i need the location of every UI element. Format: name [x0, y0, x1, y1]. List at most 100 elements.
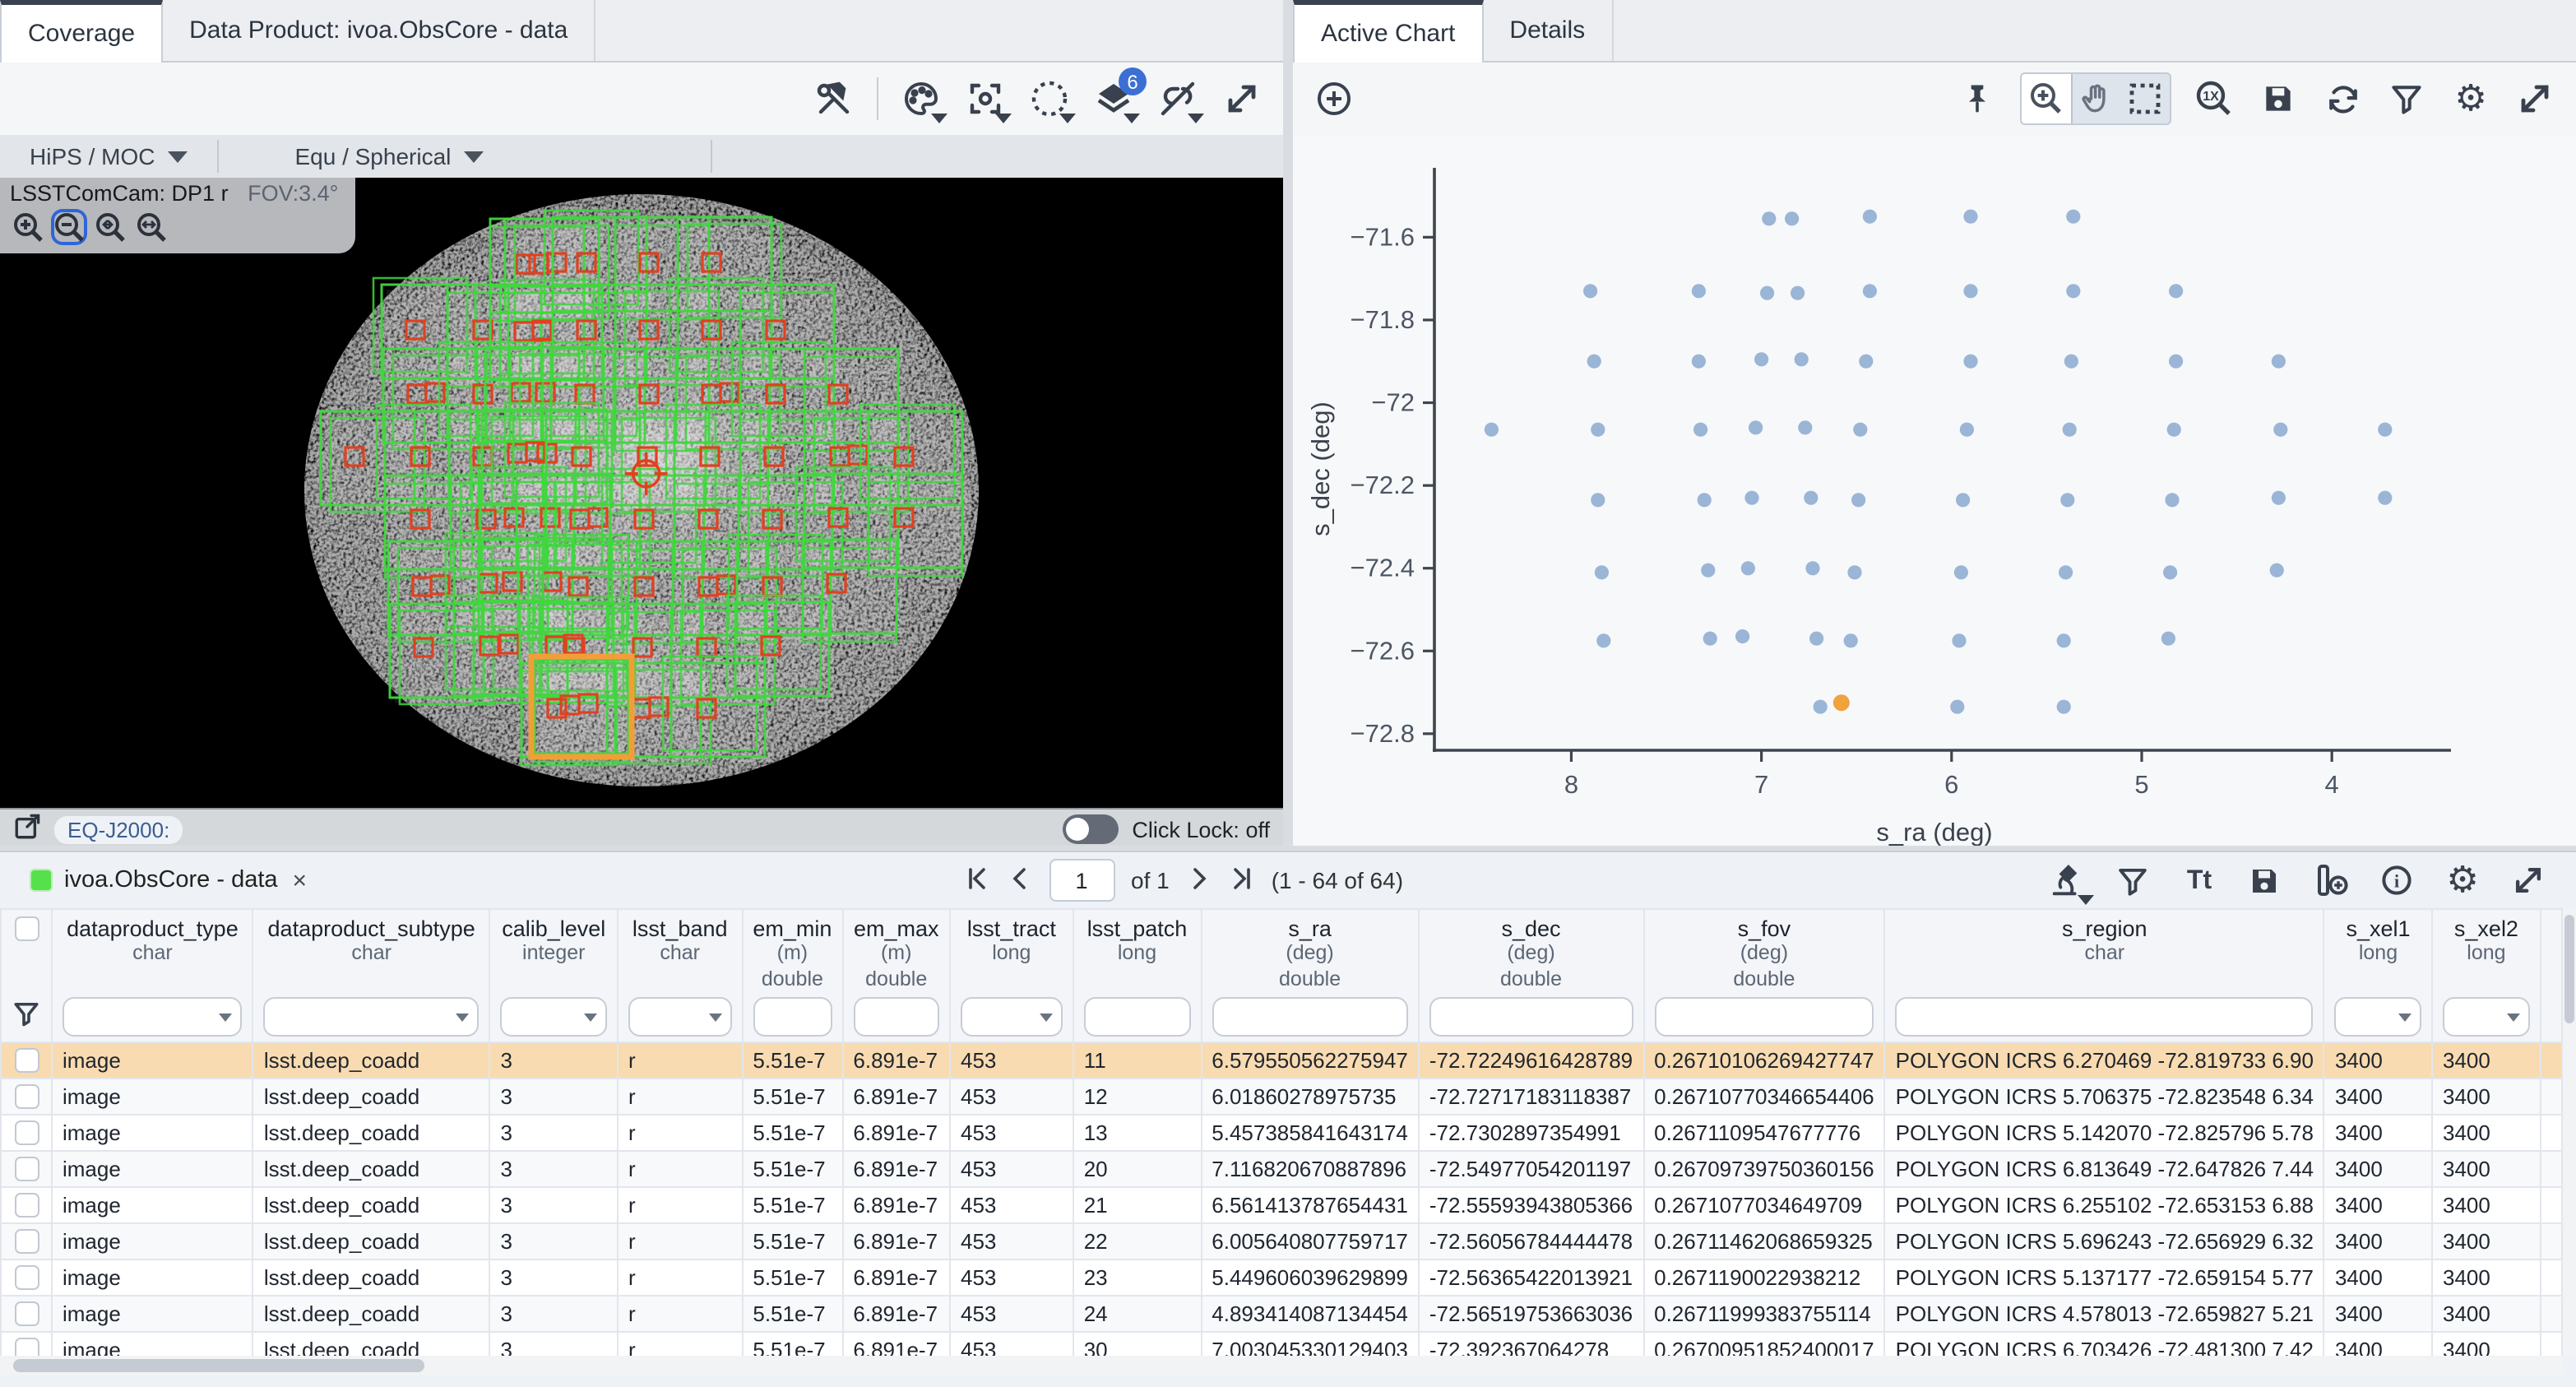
- zoom-in-icon[interactable]: [10, 209, 46, 245]
- row-checkbox[interactable]: [14, 1230, 39, 1255]
- table-row[interactable]: imagelsst.deep_coadd3r5.51e-76.891e-7453…: [1, 1297, 2562, 1333]
- zoom-select-icon[interactable]: [2022, 74, 2071, 123]
- filter-funnel-icon[interactable]: [1, 993, 52, 1043]
- filter-icon[interactable]: [2385, 77, 2428, 120]
- table-tab[interactable]: ivoa.ObsCore - data ×: [16, 863, 320, 898]
- coverage-map[interactable]: LSSTComCam: DP1 r FOV:3.4°: [0, 178, 1283, 808]
- table-row[interactable]: imagelsst.deep_coadd3r5.51e-76.891e-7453…: [1, 1260, 2562, 1297]
- row-checkbox[interactable]: [14, 1266, 39, 1291]
- coverage-map-canvas[interactable]: [0, 178, 1283, 808]
- horizontal-scrollbar[interactable]: [0, 1356, 2563, 1375]
- column-header-calib_level[interactable]: calib_levelinteger: [490, 909, 619, 993]
- filter-select-dataproduct_type[interactable]: [63, 998, 243, 1037]
- filter-select-s_xel2[interactable]: [2443, 998, 2530, 1037]
- prev-page-icon[interactable]: [1006, 865, 1032, 896]
- zoom-fit-icon[interactable]: [92, 209, 128, 245]
- search-tools-icon[interactable]: [2046, 859, 2089, 902]
- add-chart-icon[interactable]: [1313, 77, 1355, 120]
- column-header-em_min[interactable]: em_min(m)double: [742, 909, 842, 993]
- filter-input-s_dec[interactable]: [1429, 998, 1633, 1037]
- column-header-lsst_tract[interactable]: lsst_tractlong: [950, 909, 1073, 993]
- filter-input-em_max[interactable]: [853, 998, 939, 1037]
- hips-moc-dropdown[interactable]: HiPS / MOC: [0, 143, 217, 169]
- chart-area[interactable]: −71.6−71.8−72−72.2−72.4−72.6−72.887654s_…: [1293, 135, 2576, 846]
- pan-icon[interactable]: [2071, 74, 2120, 123]
- expand-icon[interactable]: [2507, 859, 2550, 902]
- row-checkbox[interactable]: [14, 1194, 39, 1218]
- row-checkbox[interactable]: [14, 1338, 39, 1357]
- unlink-rows-icon[interactable]: [1156, 77, 1199, 120]
- table-row[interactable]: imagelsst.deep_coadd3r5.51e-76.891e-7453…: [1, 1224, 2562, 1260]
- settings-icon[interactable]: ⚙: [2441, 859, 2484, 902]
- expand-icon[interactable]: [1221, 77, 1263, 120]
- filter-select-lsst_band[interactable]: [628, 998, 731, 1037]
- select-region-icon[interactable]: [1028, 77, 1071, 120]
- first-page-icon[interactable]: [963, 865, 989, 896]
- next-page-icon[interactable]: [1186, 865, 1212, 896]
- table-row[interactable]: imagelsst.deep_coadd3r5.51e-76.891e-7453…: [1, 1188, 2562, 1224]
- zoom-out-icon[interactable]: [51, 209, 87, 245]
- projection-dropdown[interactable]: Equ / Spherical: [265, 143, 513, 169]
- scatter-chart[interactable]: −71.6−71.8−72−72.2−72.4−72.6−72.887654s_…: [1293, 135, 2576, 846]
- close-icon[interactable]: ×: [293, 866, 308, 894]
- row-checkbox[interactable]: [14, 1302, 39, 1327]
- table-row[interactable]: imagelsst.deep_coadd3r5.51e-76.891e-7453…: [1, 1079, 2562, 1116]
- filter-input-s_region[interactable]: [1896, 998, 2314, 1037]
- column-header-em_max[interactable]: em_max(m)double: [842, 909, 950, 993]
- filter-input-em_min[interactable]: [753, 998, 832, 1037]
- table-row[interactable]: imagelsst.deep_coadd3r5.51e-76.891e-7453…: [1, 1043, 2562, 1079]
- filter-select-calib_level[interactable]: [501, 998, 608, 1037]
- filter-select-lsst_tract[interactable]: [961, 998, 1063, 1037]
- tools-icon[interactable]: [813, 77, 855, 120]
- table-row[interactable]: imagelsst.deep_coadd3r5.51e-76.891e-7453…: [1, 1333, 2562, 1357]
- save-icon[interactable]: [2257, 77, 2300, 120]
- table-row[interactable]: imagelsst.deep_coadd3r5.51e-76.891e-7453…: [1, 1116, 2562, 1152]
- column-header-dataproduct_subtype[interactable]: dataproduct_subtypechar: [253, 909, 490, 993]
- recenter-icon[interactable]: [964, 77, 1007, 120]
- tab-coverage[interactable]: Coverage: [0, 0, 163, 63]
- settings-icon[interactable]: ⚙: [2449, 77, 2492, 120]
- row-checkbox[interactable]: [14, 1049, 39, 1074]
- column-header-s_xel2[interactable]: s_xel2long: [2432, 909, 2541, 993]
- filter-input-s_ra[interactable]: [1212, 998, 1408, 1037]
- table-row[interactable]: imagelsst.deep_coadd3r5.51e-76.891e-7453…: [1, 1152, 2562, 1188]
- external-link-icon[interactable]: [13, 813, 41, 846]
- row-checkbox[interactable]: [14, 1085, 39, 1110]
- tab-active-chart[interactable]: Active Chart: [1293, 0, 1483, 63]
- filter-input-lsst_patch[interactable]: [1084, 998, 1191, 1037]
- row-checkbox[interactable]: [14, 1157, 39, 1182]
- select-all-header[interactable]: [1, 909, 52, 993]
- tab-details[interactable]: Details: [1483, 0, 1613, 61]
- rect-select-icon[interactable]: [2120, 74, 2170, 123]
- column-header-s_xel1[interactable]: s_xel1long: [2324, 909, 2432, 993]
- save-icon[interactable]: [2244, 859, 2286, 902]
- column-header-spacer[interactable]: [2541, 909, 2562, 993]
- last-page-icon[interactable]: [1229, 865, 1255, 896]
- filter-select-dataproduct_subtype[interactable]: [264, 998, 480, 1037]
- color-palette-icon[interactable]: [900, 77, 943, 120]
- column-header-dataproduct_type[interactable]: dataproduct_typechar: [52, 909, 253, 993]
- info-icon[interactable]: i: [2375, 859, 2418, 902]
- filter-input-s_fov[interactable]: [1654, 998, 1874, 1037]
- select-all-checkbox[interactable]: [14, 916, 39, 941]
- pin-icon[interactable]: [1956, 77, 1999, 120]
- column-header-lsst_patch[interactable]: lsst_patchlong: [1073, 909, 1202, 993]
- layers-icon[interactable]: 6: [1092, 77, 1135, 120]
- tab-data-product[interactable]: Data Product: ivoa.ObsCore - data: [163, 0, 595, 61]
- text-view-icon[interactable]: Tt: [2178, 859, 2221, 902]
- expand-icon[interactable]: [2513, 77, 2556, 120]
- vertical-scrollbar[interactable]: [2563, 908, 2576, 1356]
- refresh-icon[interactable]: [2321, 77, 2364, 120]
- row-checkbox[interactable]: [14, 1121, 39, 1146]
- column-header-s_region[interactable]: s_regionchar: [1885, 909, 2324, 993]
- zoom-fill-icon[interactable]: [133, 209, 169, 245]
- add-column-icon[interactable]: [2310, 859, 2352, 902]
- filter-icon[interactable]: [2112, 859, 2155, 902]
- column-header-s_dec[interactable]: s_dec(deg)double: [1419, 909, 1643, 993]
- table-scroll-area[interactable]: dataproduct_typechardataproduct_subtypec…: [0, 908, 2563, 1356]
- click-lock-toggle[interactable]: [1063, 814, 1119, 844]
- page-input[interactable]: [1049, 859, 1114, 902]
- column-header-s_fov[interactable]: s_fov(deg)double: [1643, 909, 1885, 993]
- zoom-1x-icon[interactable]: 1X: [2193, 77, 2235, 120]
- column-header-lsst_band[interactable]: lsst_bandchar: [618, 909, 742, 993]
